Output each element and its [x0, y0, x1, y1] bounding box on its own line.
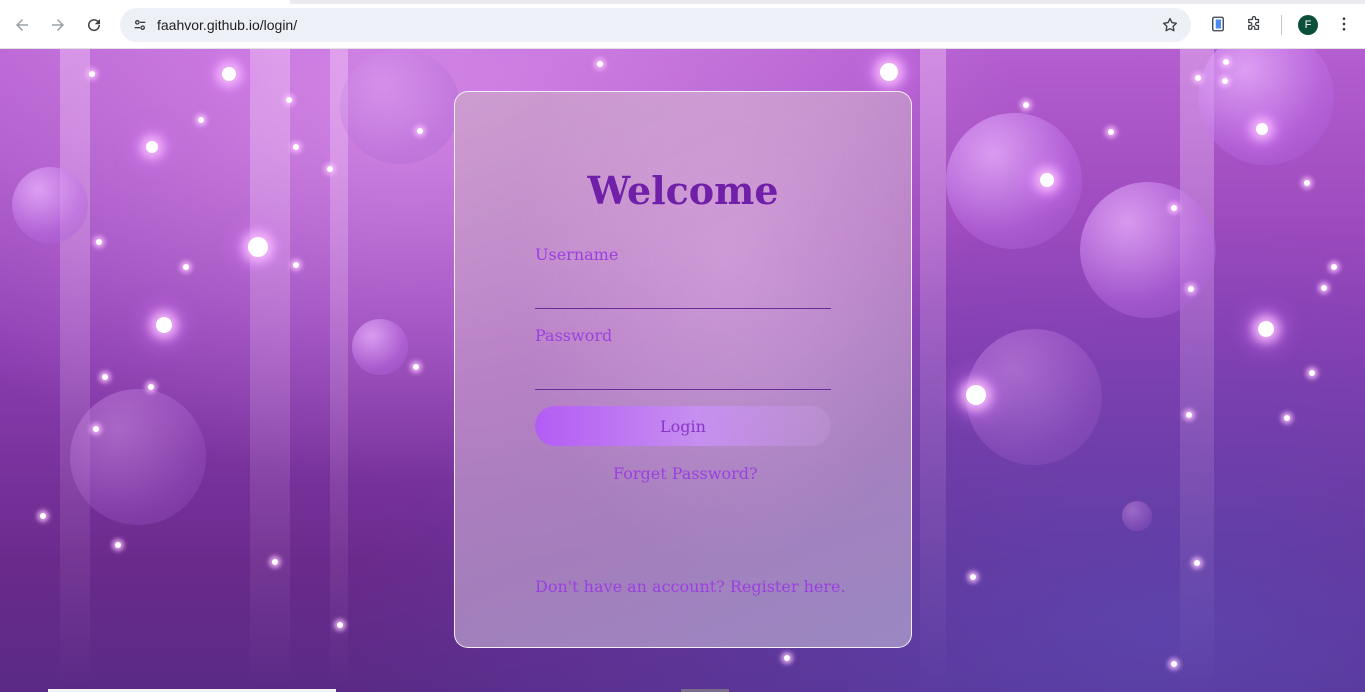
site-info-button[interactable]	[126, 11, 154, 39]
background-sparkle	[327, 166, 333, 172]
background-sparkle	[337, 622, 343, 628]
background-sparkle	[183, 264, 189, 270]
background-sparkle	[1195, 75, 1201, 81]
bookmark-star-icon[interactable]	[1161, 16, 1179, 34]
background-bubble	[70, 389, 206, 525]
background-bubble	[352, 319, 408, 375]
forward-button[interactable]	[43, 10, 73, 40]
background-sparkle	[1186, 412, 1192, 418]
browser-toolbar: faahvor.github.io/login/ F	[0, 0, 1365, 49]
background-sparkle	[146, 141, 158, 153]
background-sparkle	[156, 317, 172, 333]
background-sparkle	[102, 374, 108, 380]
register-link[interactable]: Don't have an account? Register here.	[535, 577, 846, 596]
password-label: Password	[535, 326, 613, 345]
background-sparkle	[148, 384, 154, 390]
background-sparkle	[198, 117, 204, 123]
background-bubble	[966, 329, 1102, 465]
background-sparkle	[286, 97, 292, 103]
background-sparkle	[970, 574, 976, 580]
background-sparkle	[248, 237, 268, 257]
background-sparkle	[413, 364, 419, 370]
background-sparkle	[222, 67, 236, 81]
background-sparkle	[597, 61, 603, 67]
login-card: Welcome Username Password Login Forget P…	[454, 91, 912, 648]
more-menu-icon	[1342, 17, 1346, 31]
reading-mode-button[interactable]	[1208, 14, 1228, 34]
login-button[interactable]: Login	[535, 406, 831, 446]
background-sparkle	[1321, 285, 1327, 291]
background-sparkle	[1309, 370, 1315, 376]
tab-strip	[0, 0, 1365, 4]
page-title: Welcome	[587, 168, 779, 213]
background-sparkle	[1171, 661, 1177, 667]
forward-icon	[52, 19, 64, 31]
background-bubble	[1122, 501, 1152, 531]
background-sparkle	[293, 144, 299, 150]
background-bubble	[1198, 49, 1334, 165]
background-sparkle	[1258, 321, 1274, 337]
background-sparkle	[784, 655, 790, 661]
background-sparkle	[1222, 78, 1228, 84]
background-sparkle	[1188, 286, 1194, 292]
background-sparkle	[1108, 129, 1114, 135]
background-sparkle	[1040, 173, 1054, 187]
background-sparkle	[1331, 264, 1337, 270]
background-light-ray	[250, 49, 290, 692]
extensions-icon	[1248, 15, 1260, 30]
background-sparkle	[417, 128, 423, 134]
background-bubble	[1080, 182, 1216, 318]
background-sparkle	[1194, 560, 1200, 566]
background-sparkle	[115, 542, 121, 548]
background-bubble	[340, 49, 460, 164]
background-sparkle	[880, 63, 898, 81]
back-button[interactable]	[7, 10, 37, 40]
toolbar-divider	[1281, 15, 1282, 35]
extensions-button[interactable]	[1244, 14, 1264, 34]
background-light-ray	[330, 49, 348, 692]
background-sparkle	[1256, 123, 1268, 135]
more-menu-button[interactable]	[1334, 14, 1354, 34]
background-sparkle	[966, 385, 986, 405]
background-sparkle	[1284, 415, 1290, 421]
username-label: Username	[535, 245, 619, 264]
background-sparkle	[89, 71, 95, 77]
profile-avatar[interactable]: F	[1298, 15, 1318, 35]
background-sparkle	[1223, 59, 1229, 65]
background-sparkle	[1023, 102, 1029, 108]
background-bubble	[946, 113, 1082, 249]
background-bubble	[12, 167, 88, 243]
background-light-ray	[920, 49, 946, 692]
reading-mode-icon	[1212, 16, 1224, 32]
background-light-ray	[1180, 49, 1214, 692]
background-sparkle	[1304, 180, 1310, 186]
page-viewport: Welcome Username Password Login Forget P…	[0, 49, 1365, 692]
site-info-icon	[134, 20, 146, 30]
active-tab-edge	[0, 0, 290, 4]
reload-icon	[88, 19, 101, 32]
forgot-password-link[interactable]: Forget Password?	[613, 464, 758, 483]
background-sparkle	[1171, 205, 1177, 211]
back-icon	[16, 19, 28, 31]
url-text[interactable]: faahvor.github.io/login/	[157, 17, 297, 33]
username-input[interactable]	[535, 281, 831, 309]
background-sparkle	[293, 262, 299, 268]
background-sparkle	[40, 513, 46, 519]
background-sparkle	[272, 559, 278, 565]
background-sparkle	[96, 239, 102, 245]
password-input[interactable]	[535, 362, 831, 390]
reload-button[interactable]	[79, 10, 109, 40]
address-bar[interactable]: faahvor.github.io/login/	[120, 8, 1191, 42]
background-light-ray	[60, 49, 90, 692]
background-sparkle	[93, 426, 99, 432]
